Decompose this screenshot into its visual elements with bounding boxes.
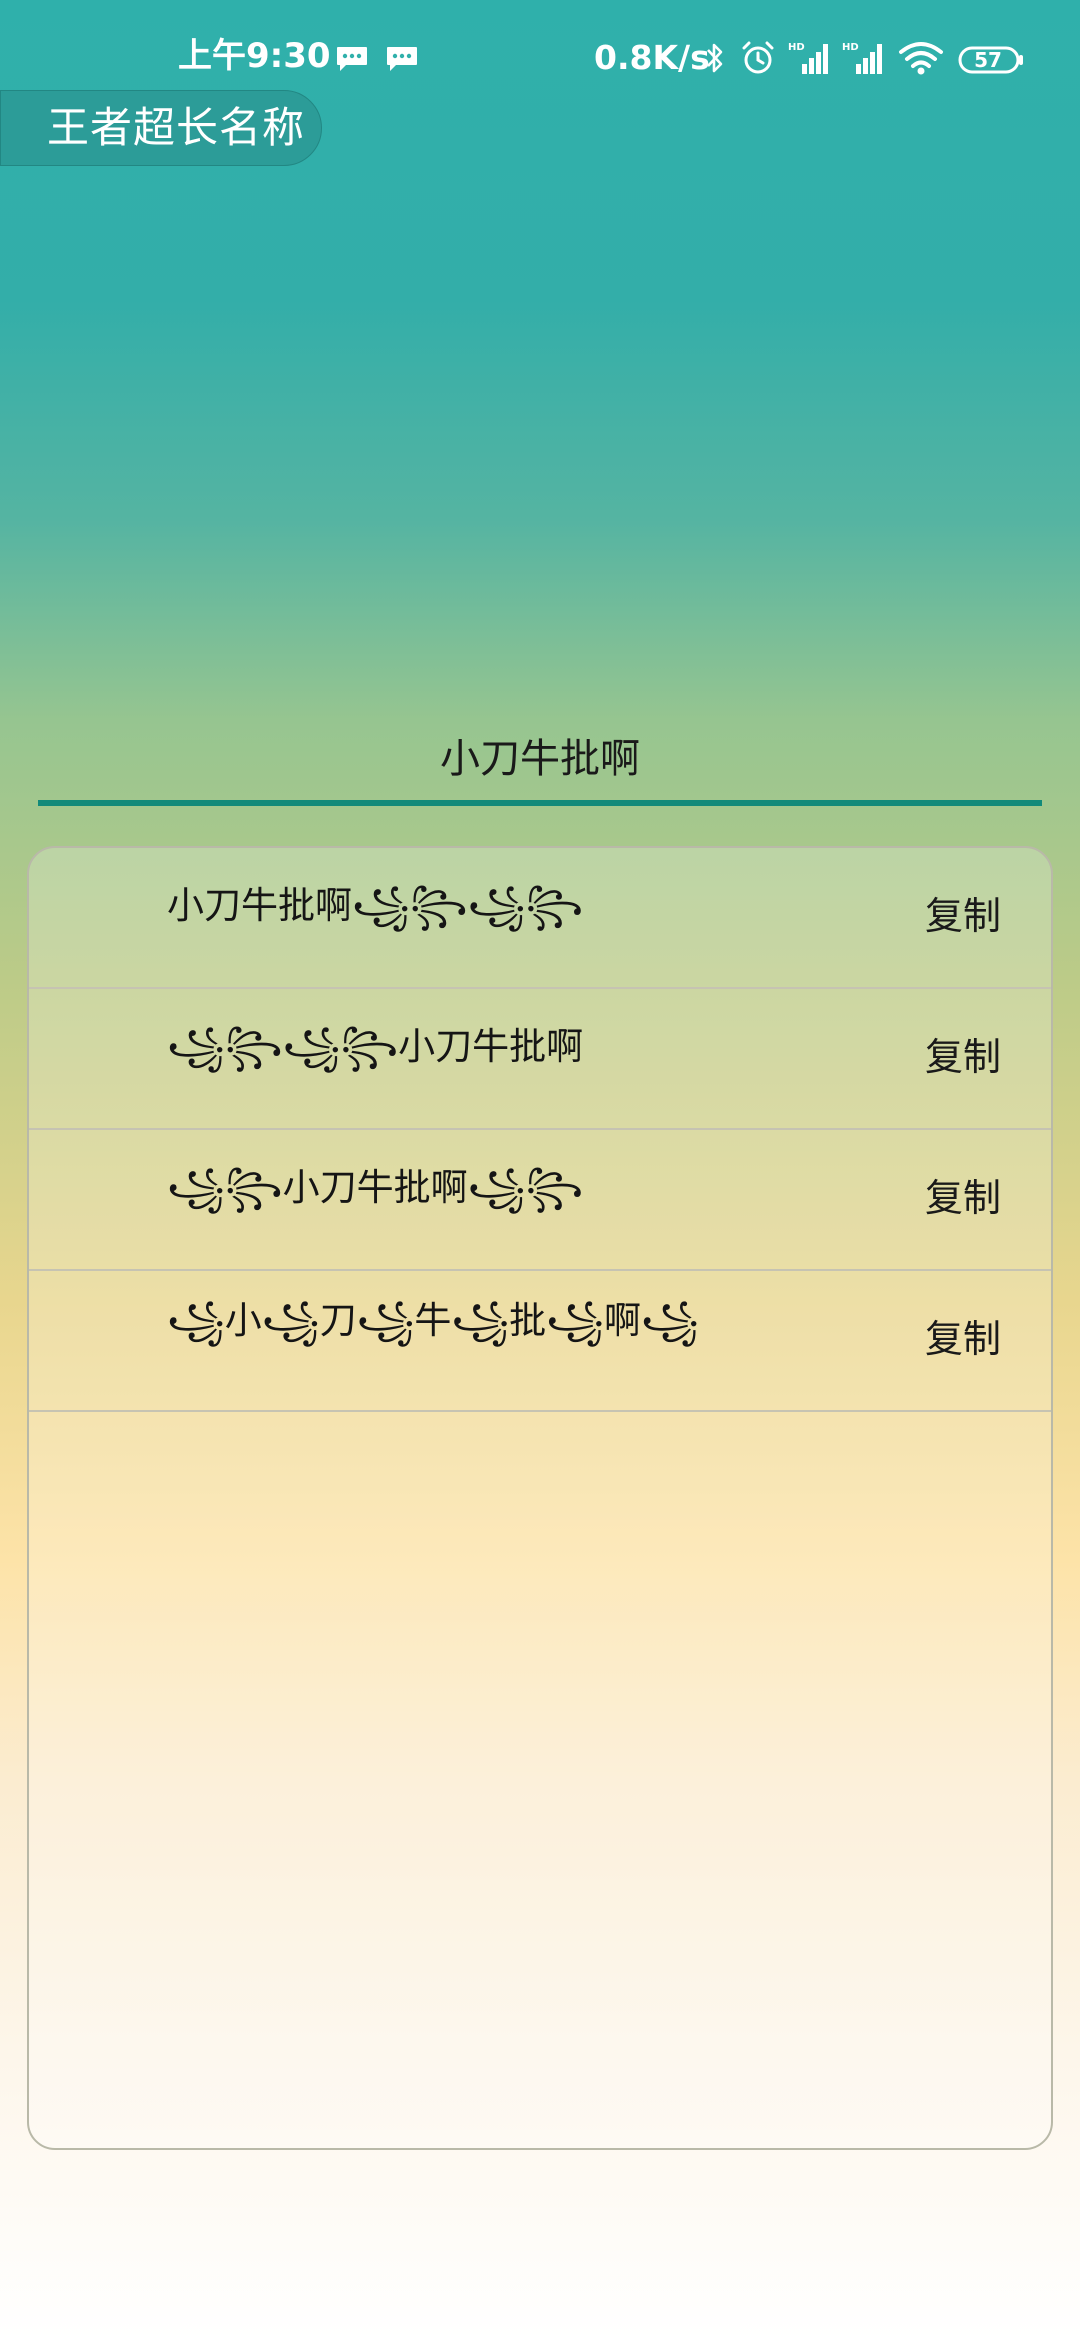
app-title-chip[interactable]: 王者超长名称	[0, 90, 322, 166]
svg-text:HD: HD	[842, 42, 859, 53]
battery-icon: 57	[958, 46, 1024, 74]
copy-button[interactable]: 复制	[925, 1313, 1001, 1365]
bluetooth-icon	[707, 43, 723, 73]
signal-hd-icon: HD	[842, 42, 882, 74]
status-time: 上午9:30	[178, 36, 331, 76]
list-item: ꧁꧂꧁꧂小刀牛批啊 复制	[29, 989, 1051, 1130]
copy-button[interactable]: 复制	[925, 1031, 1001, 1083]
message-icon	[337, 47, 367, 71]
results-list: 小刀牛批啊꧁꧂꧁꧂ 复制 ꧁꧂꧁꧂小刀牛批啊 复制 ꧁꧂小刀牛批啊꧁꧂ 复制 ꧁…	[27, 846, 1053, 2150]
result-text: ꧁꧂꧁꧂小刀牛批啊	[167, 1025, 584, 1068]
list-item: ꧁꧂小刀牛批啊꧁꧂ 复制	[29, 1130, 1051, 1271]
alarm-icon	[742, 41, 774, 74]
signal-hd-icon: HD	[788, 42, 828, 74]
list-item: 小刀牛批啊꧁꧂꧁꧂ 复制	[29, 848, 1051, 989]
network-speed: 0.8K/s	[594, 38, 710, 77]
list-item: ꧁小꧁刀꧁牛꧁批꧁啊꧁ 复制	[29, 1271, 1051, 1412]
battery-level: 57	[974, 48, 1002, 72]
result-text: ꧁꧂小刀牛批啊꧁꧂	[167, 1166, 584, 1209]
svg-text:HD: HD	[788, 42, 805, 53]
wifi-icon	[899, 42, 943, 75]
status-bar: 上午9:30 0.8K/s HD HD 57	[0, 0, 1080, 90]
message-icon	[387, 47, 417, 71]
result-text: ꧁小꧁刀꧁牛꧁批꧁啊꧁	[167, 1299, 699, 1342]
copy-button[interactable]: 复制	[925, 890, 1001, 942]
name-input[interactable]	[38, 710, 1042, 806]
copy-button[interactable]: 复制	[925, 1172, 1001, 1224]
result-text: 小刀牛批啊꧁꧂꧁꧂	[167, 884, 584, 927]
